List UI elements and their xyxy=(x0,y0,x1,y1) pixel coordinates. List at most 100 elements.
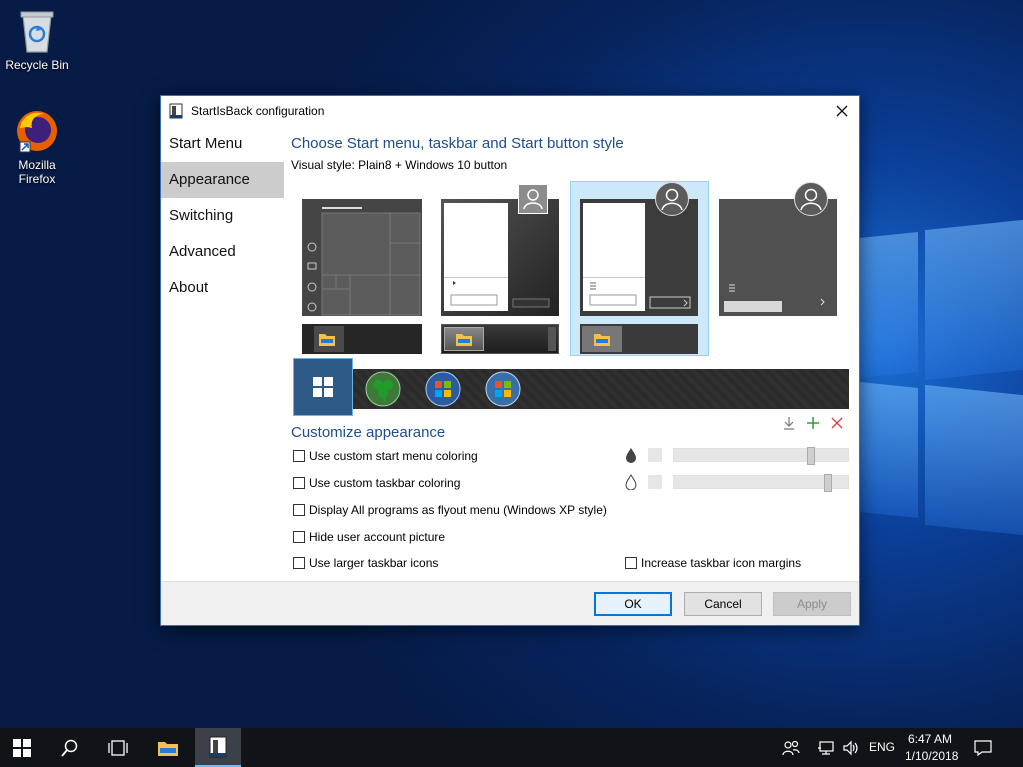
transparency-drop-icon xyxy=(625,474,637,490)
nav-item-appearance[interactable]: Appearance xyxy=(161,162,284,198)
download-icon xyxy=(784,417,794,430)
nav-item-advanced[interactable]: Advanced xyxy=(161,234,284,270)
flyout-menu-checkbox[interactable]: Display All programs as flyout menu (Win… xyxy=(293,503,607,517)
start-menu-preview xyxy=(580,199,698,316)
taskbar-transparency-slider[interactable] xyxy=(673,474,849,492)
folder-icon xyxy=(319,334,335,346)
nav-item-switching[interactable]: Switching xyxy=(161,198,284,234)
dialog-title: StartIsBack configuration xyxy=(191,104,325,118)
wallpaper-logo-pane xyxy=(860,381,918,519)
wallpaper-logo-pane xyxy=(860,231,918,379)
network-icon xyxy=(818,740,834,755)
desktop-icon-firefox[interactable]: Mozilla Firefox xyxy=(0,108,74,186)
start-button-style-row xyxy=(293,358,849,416)
style-option-metro[interactable] xyxy=(719,199,837,316)
user-icon xyxy=(523,189,543,210)
recycle-bin-icon xyxy=(20,11,54,53)
win7-orb-icon xyxy=(425,371,461,407)
customize-heading: Customize appearance xyxy=(291,424,446,441)
delete-icon xyxy=(831,417,843,429)
dialog-titlebar[interactable]: StartIsBack configuration xyxy=(161,96,859,126)
action-center-button[interactable] xyxy=(968,728,998,767)
language-indicator[interactable]: ENG xyxy=(869,740,895,754)
startisback-app-icon xyxy=(209,736,227,757)
custom-taskbar-coloring-checkbox[interactable]: Use custom taskbar coloring xyxy=(293,476,460,490)
start-button-option-win7-orb[interactable] xyxy=(413,369,473,409)
checkbox-box[interactable] xyxy=(293,531,305,543)
custom-start-coloring-checkbox[interactable]: Use custom start menu coloring xyxy=(293,449,478,463)
startisback-taskbar-button[interactable] xyxy=(195,728,241,767)
start-button[interactable] xyxy=(0,728,44,767)
style-option-plain8-glass[interactable] xyxy=(441,199,559,316)
checkbox-box[interactable] xyxy=(293,504,305,516)
settings-nav: Start Menu Appearance Switching Advanced… xyxy=(161,126,284,306)
user-avatar-preview xyxy=(655,182,689,216)
ok-button[interactable]: OK xyxy=(594,592,672,616)
checkbox-label: Display All programs as flyout menu (Win… xyxy=(309,503,607,517)
taskbar: ENG 6:47 AM 1/10/2018 xyxy=(0,728,1023,767)
icon-margins-checkbox[interactable]: Increase taskbar icon margins xyxy=(625,556,801,570)
volume-button[interactable] xyxy=(840,728,862,767)
plus-icon xyxy=(807,417,819,429)
slider-thumb[interactable] xyxy=(807,447,815,465)
file-explorer-button[interactable] xyxy=(145,728,191,767)
search-icon xyxy=(61,739,78,757)
user-avatar-preview xyxy=(518,184,548,214)
user-avatar-preview xyxy=(794,182,828,216)
checkbox-box[interactable] xyxy=(293,477,305,489)
nav-item-start-menu[interactable]: Start Menu xyxy=(161,126,284,162)
cancel-button[interactable]: Cancel xyxy=(684,592,762,616)
download-button[interactable] xyxy=(783,416,795,433)
user-icon xyxy=(661,188,683,211)
folder-icon xyxy=(456,334,472,346)
checkbox-label: Increase taskbar icon margins xyxy=(641,556,802,570)
search-button[interactable] xyxy=(48,728,92,767)
startisback-app-icon xyxy=(169,103,183,119)
close-button[interactable] xyxy=(825,96,859,126)
start-menu-preview xyxy=(719,199,837,316)
checkbox-box[interactable] xyxy=(625,557,637,569)
desktop-icon-label: Mozilla Firefox xyxy=(18,158,56,186)
people-button[interactable] xyxy=(778,728,804,767)
taskbar-style-option-1[interactable] xyxy=(302,324,422,354)
task-view-button[interactable] xyxy=(96,728,140,767)
task-view-icon xyxy=(108,739,128,756)
taskbar-color-swatch[interactable] xyxy=(648,475,662,489)
start-menu-color-swatch[interactable] xyxy=(648,448,662,462)
apply-button[interactable]: Apply xyxy=(773,592,851,616)
add-button[interactable] xyxy=(806,416,820,433)
clock-time[interactable]: 6:47 AM xyxy=(908,732,952,746)
wallpaper-logo-pane xyxy=(925,219,1023,381)
nav-item-about[interactable]: About xyxy=(161,270,284,306)
start-menu-preview xyxy=(302,199,422,316)
color-drop-icon xyxy=(626,448,636,463)
hide-account-picture-checkbox[interactable]: Hide user account picture xyxy=(293,530,445,544)
clock-date[interactable]: 1/10/2018 xyxy=(905,749,958,763)
style-option-windows10[interactable] xyxy=(302,199,422,316)
checkbox-box[interactable] xyxy=(293,450,305,462)
speaker-icon xyxy=(843,740,858,755)
win7-orb-icon xyxy=(485,371,521,407)
start-button-option-clover[interactable] xyxy=(353,369,413,409)
folder-icon xyxy=(594,334,610,346)
startisback-config-dialog: StartIsBack configuration Start Menu App… xyxy=(160,95,860,626)
remove-button[interactable] xyxy=(831,416,843,432)
checkbox-box[interactable] xyxy=(293,557,305,569)
windows-logo-icon xyxy=(313,377,333,397)
people-icon xyxy=(782,740,800,755)
windows-logo-icon xyxy=(13,738,31,757)
network-button[interactable] xyxy=(814,728,838,767)
folder-icon xyxy=(158,741,178,756)
start-button-option-win7-orb-alt[interactable] xyxy=(473,369,533,409)
taskbar-style-option-2[interactable] xyxy=(441,324,559,354)
desktop-icon-recycle-bin[interactable]: Recycle Bin xyxy=(0,8,74,72)
desktop-icon-label: Recycle Bin xyxy=(5,58,69,72)
start-button-option-windows10[interactable] xyxy=(293,358,353,416)
checkbox-label: Hide user account picture xyxy=(309,530,446,544)
style-option-plain8[interactable] xyxy=(580,199,698,316)
larger-icons-checkbox[interactable]: Use larger taskbar icons xyxy=(293,556,438,570)
start-menu-color-slider[interactable] xyxy=(673,447,849,465)
taskbar-style-option-3[interactable] xyxy=(580,324,698,354)
visual-style-label: Visual style: Plain8 + Windows 10 button xyxy=(291,158,508,172)
slider-thumb[interactable] xyxy=(824,474,832,492)
